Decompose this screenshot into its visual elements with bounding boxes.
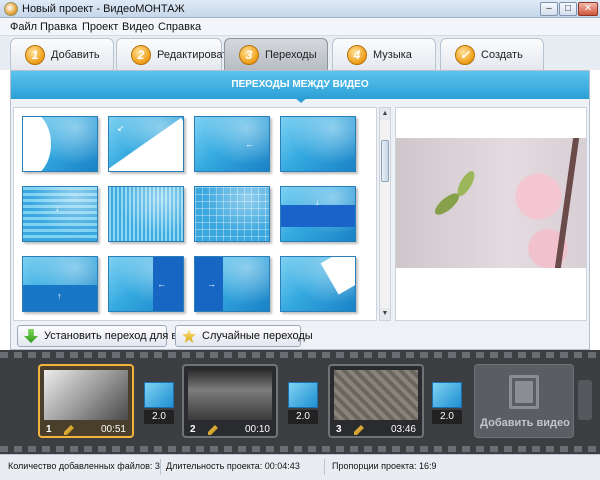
minimize-button[interactable]: – [540,2,558,16]
timeline-transition[interactable]: 2.0 [288,382,318,424]
clip-duration: 03:46 [390,424,416,435]
tab-create[interactable]: ✓ Создать [440,38,544,70]
transition-thumbnail[interactable]: ↘ [280,256,356,312]
step-tabs: 1 Добавить 2 Редактировать 3 Переходы 4 … [0,36,600,70]
title-bar: Новый проект - ВидеоМОНТАЖ – □ ✕ [0,0,600,18]
status-separator [324,459,325,475]
menu-bar: Файл Правка Проект Видео Справка [0,18,600,36]
transition-thumbnail[interactable]: ↓ [22,186,98,242]
scroll-up-icon[interactable]: ▲ [380,108,390,120]
transition-preview [395,107,587,321]
clip-index: 2 [190,424,196,435]
button-label: Установить переход для всех [44,330,195,342]
apply-transition-all-button[interactable]: Установить переход для всех [17,325,194,347]
tab-label: Создать [481,49,523,61]
transition-thumbnail[interactable]: ← [194,116,270,172]
film-icon [509,375,539,409]
grid-scrollbar[interactable]: ▲ ▼ [379,107,391,321]
tab-add[interactable]: 1 Добавить [10,38,114,70]
tab-label: Добавить [51,49,100,61]
tab-label: Музыка [373,49,412,61]
timeline-transition[interactable]: 2.0 [144,382,174,424]
scroll-down-icon[interactable]: ▼ [380,308,390,320]
button-label: Случайные переходы [202,330,313,342]
transition-thumbnail[interactable]: ↑ [22,256,98,312]
transition-thumbnail[interactable]: ↓ [280,186,356,242]
timeline-scroll-handle[interactable] [578,380,592,420]
step-number-badge: 3 [239,45,259,65]
status-project-duration: Длительность проекта: 00:04:43 [166,461,300,471]
timeline-clip[interactable]: 1 00:51 [38,364,134,438]
status-aspect-ratio: Пропорции проекта: 16:9 [332,461,437,471]
transition-thumbnail[interactable] [194,186,270,242]
app-icon [4,2,18,16]
pencil-icon[interactable] [64,425,74,435]
clip-thumbnail [44,370,128,420]
green-arrow-down-icon [24,329,38,343]
header-notch [294,97,308,103]
timeline: 1 00:51 2.0 2 00:10 2.0 3 03:46 2.0 Доба… [0,350,600,454]
transition-icon [432,382,462,408]
scroll-thumb[interactable] [381,140,389,182]
window-title: Новый проект - ВидеоМОНТАЖ [22,3,185,15]
transition-duration: 2.0 [288,410,318,424]
menu-edit[interactable]: Правка [40,21,77,33]
transition-thumbnail[interactable]: ↙ [108,116,184,172]
clip-thumbnail [334,370,418,420]
timeline-clip[interactable]: 2 00:10 [182,364,278,438]
tab-label: Редактировать [157,49,233,61]
panel-header: ПЕРЕХОДЫ МЕЖДУ ВИДЕО [11,71,589,103]
maximize-button[interactable]: □ [559,2,577,16]
panel-title: ПЕРЕХОДЫ МЕЖДУ ВИДЕО [231,79,369,90]
menu-video[interactable]: Видео [122,21,154,33]
add-video-button[interactable]: Добавить видео [474,364,574,438]
step-number-badge: 4 [347,45,367,65]
magic-wand-icon [182,329,196,343]
transition-icon [144,382,174,408]
transition-thumbnail[interactable]: → [194,256,270,312]
transition-duration: 2.0 [432,410,462,424]
menu-file[interactable]: Файл [10,21,37,33]
transition-icon [288,382,318,408]
clip-index: 1 [46,424,52,435]
transition-thumbnail[interactable]: ↕ [22,116,98,172]
timeline-clip[interactable]: 3 03:46 [328,364,424,438]
timeline-transition[interactable]: 2.0 [432,382,462,424]
close-button[interactable]: ✕ [578,2,598,16]
tab-transitions[interactable]: 3 Переходы [224,38,328,70]
checkmark-icon: ✓ [455,45,475,65]
menu-help[interactable]: Справка [158,21,201,33]
pencil-icon[interactable] [354,425,364,435]
status-bar: Количество добавленных файлов: 3 Длитель… [0,454,600,480]
random-transitions-button[interactable]: Случайные переходы [175,325,313,347]
tab-music[interactable]: 4 Музыка [332,38,436,70]
clip-thumbnail [188,370,272,420]
transition-thumbnail[interactable] [108,186,184,242]
pencil-icon[interactable] [208,425,218,435]
status-files-count: Количество добавленных файлов: 3 [8,461,160,471]
transitions-panel: ПЕРЕХОДЫ МЕЖДУ ВИДЕО ↕ ↙ ← ↓ ↓ ↑ ← → ↘ ▲… [10,70,590,350]
step-number-badge: 2 [131,45,151,65]
preview-image [396,138,586,268]
tab-label: Переходы [265,49,317,61]
transition-duration: 2.0 [144,410,174,424]
clip-duration: 00:51 [100,424,126,435]
clip-index: 3 [336,424,342,435]
transition-thumbnail[interactable] [280,116,356,172]
step-number-badge: 1 [25,45,45,65]
menu-project[interactable]: Проект [82,21,118,33]
clip-duration: 00:10 [244,424,270,435]
add-video-label: Добавить видео [480,417,570,429]
status-separator [160,459,161,475]
tab-edit[interactable]: 2 Редактировать [116,38,233,70]
transitions-grid: ↕ ↙ ← ↓ ↓ ↑ ← → ↘ [13,107,377,321]
transition-thumbnail[interactable]: ← [108,256,184,312]
